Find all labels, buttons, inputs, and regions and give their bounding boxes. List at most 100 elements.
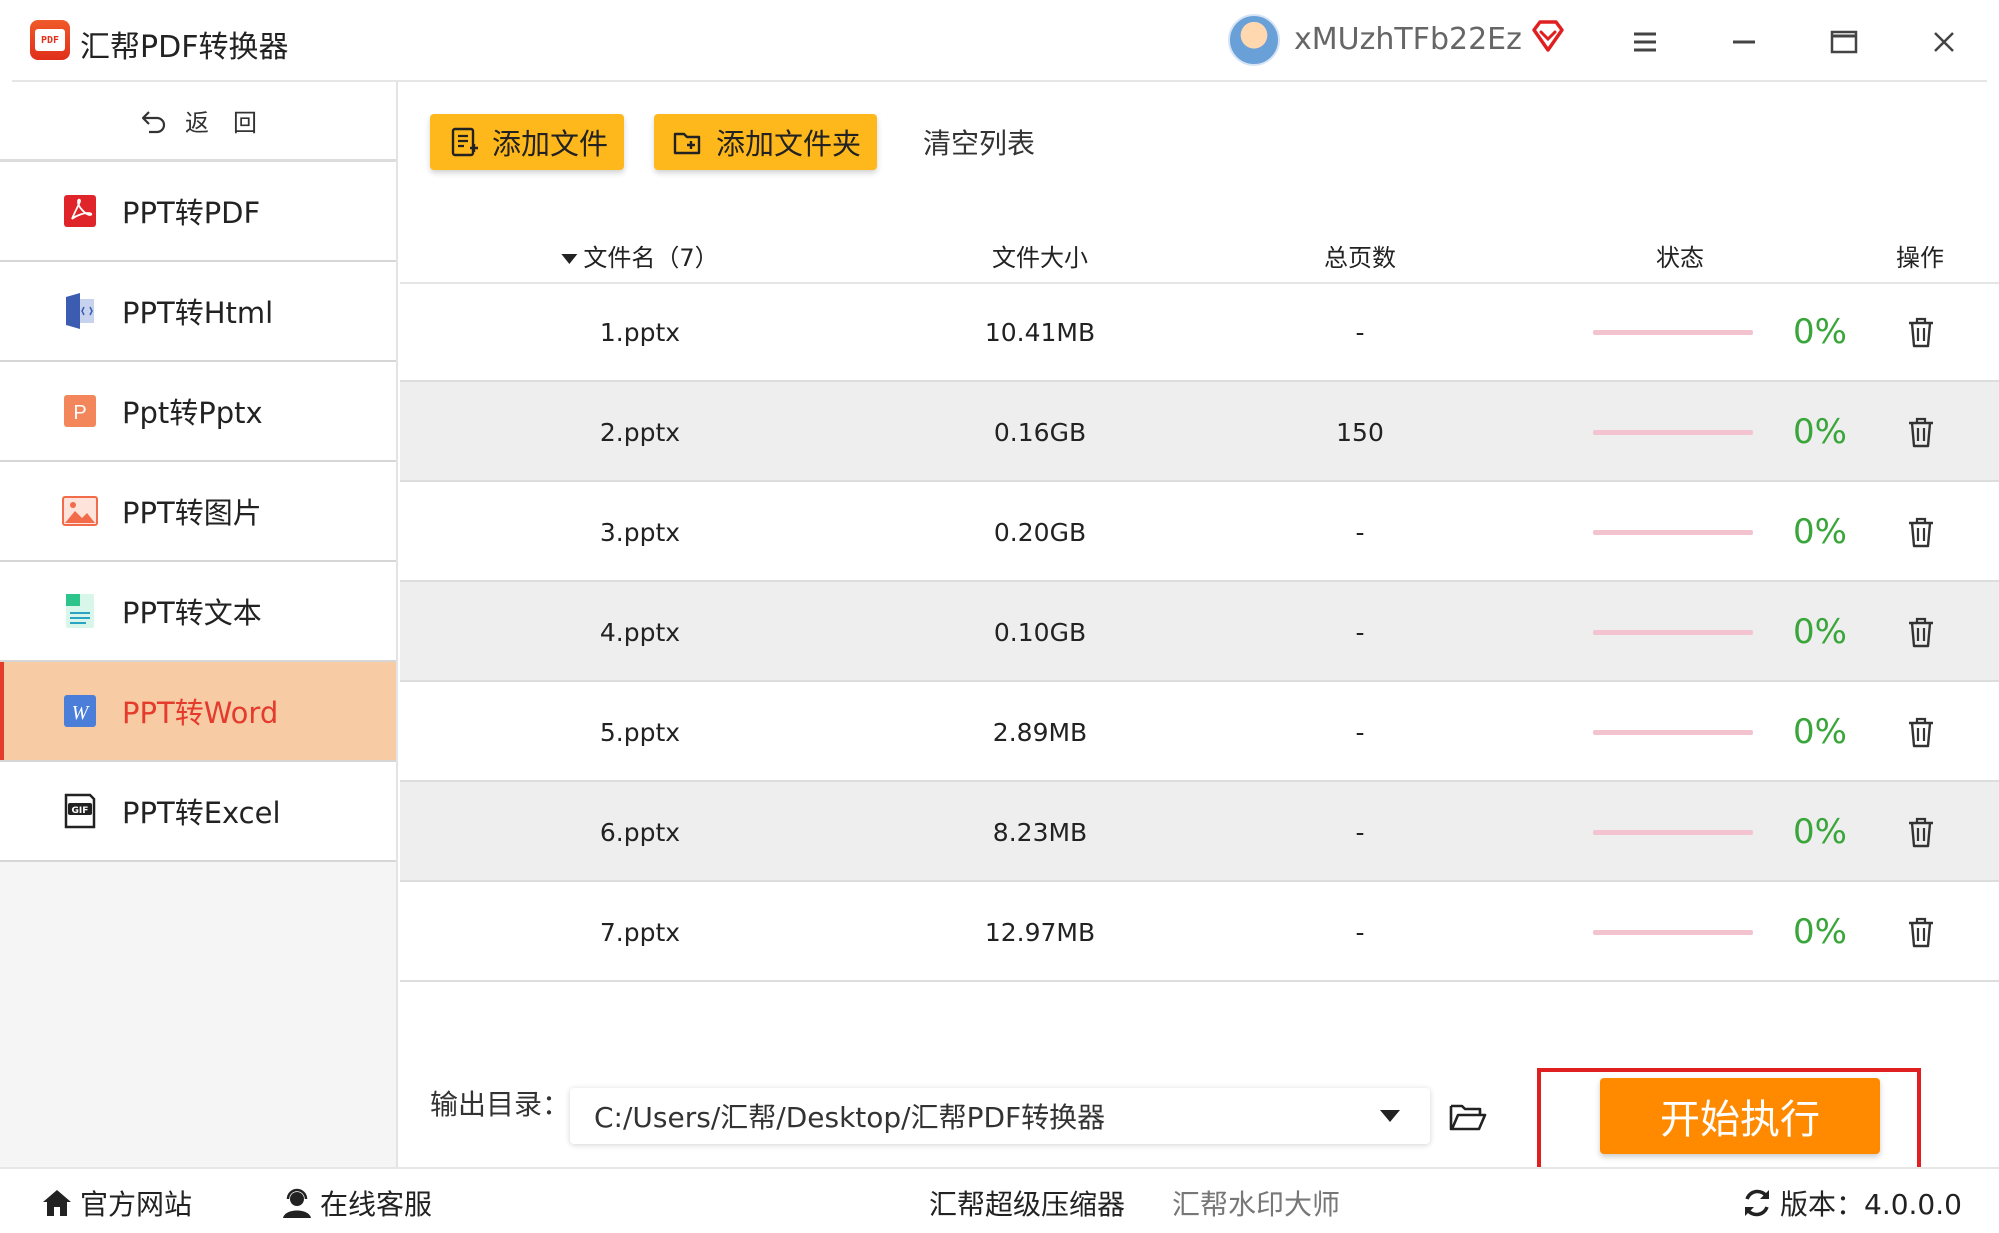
- table-row: 5.pptx 2.89MB - 0%: [400, 682, 1999, 782]
- add-file-label: 添加文件: [492, 127, 609, 161]
- pptx-icon: P: [60, 391, 100, 431]
- toolbar: 添加文件 添加文件夹 清空列表: [430, 114, 1035, 170]
- title-bar: PDF 汇帮PDF转换器 xMUzhTFb22Ez: [0, 0, 1999, 82]
- add-folder-button[interactable]: 添加文件夹: [654, 114, 878, 170]
- delete-icon[interactable]: [1906, 916, 1936, 948]
- header-pages: 总页数: [1324, 244, 1396, 272]
- output-dir-select[interactable]: C:/Users/汇帮/Desktop/汇帮PDF转换器: [570, 1088, 1430, 1144]
- cell-filename: 1.pptx: [599, 318, 681, 347]
- header-action: 操作: [1896, 244, 1944, 272]
- cell-filename: 7.pptx: [599, 918, 681, 947]
- version-info[interactable]: 版本：4.0.0.0: [1740, 1183, 1962, 1223]
- delete-icon[interactable]: [1906, 316, 1936, 348]
- table-row: 6.pptx 8.23MB - 0%: [400, 782, 1999, 882]
- add-folder-icon: [673, 132, 701, 155]
- sidebar-item-ppt-to-html[interactable]: PPT转Html: [0, 262, 396, 362]
- main-panel: 添加文件 添加文件夹 清空列表 文件名（7） 文件大小 总页数 状态 操作 1.…: [400, 82, 1999, 1067]
- sidebar-item-label: PPT转PDF: [122, 196, 261, 230]
- delete-icon[interactable]: [1906, 616, 1936, 648]
- watermark-link[interactable]: 汇帮水印大师: [1172, 1183, 1340, 1223]
- version-label: 版本：4.0.0.0: [1780, 1188, 1962, 1221]
- app-title: 汇帮PDF转换器: [80, 30, 289, 65]
- progress-bar: [1593, 730, 1753, 735]
- clear-list-button[interactable]: 清空列表: [907, 122, 1035, 162]
- header-filesize: 文件大小: [992, 244, 1088, 272]
- sidebar-item-ppt-to-image[interactable]: PPT转图片: [0, 462, 396, 562]
- progress-percent: 0%: [1793, 612, 1847, 652]
- progress-percent: 0%: [1793, 712, 1847, 752]
- html-icon: [60, 291, 100, 331]
- progress-percent: 0%: [1793, 812, 1847, 852]
- back-label: 返 回: [185, 109, 257, 137]
- progress-bar: [1593, 330, 1753, 335]
- cell-pages: -: [1355, 618, 1365, 647]
- sidebar-item-ppt-to-pptx[interactable]: P Ppt转Pptx: [0, 362, 396, 462]
- sidebar-item-ppt-to-pdf[interactable]: PPT转PDF: [0, 162, 396, 262]
- sidebar-item-label: Ppt转Pptx: [122, 396, 263, 430]
- add-folder-label: 添加文件夹: [716, 127, 862, 161]
- cell-filesize: 8.23MB: [992, 818, 1088, 847]
- file-table: 1.pptx 10.41MB - 0% 2.pptx 0.16GB 150 0% 3.pptx 0…: [400, 282, 1999, 982]
- progress-bar: [1593, 830, 1753, 835]
- compressor-link[interactable]: 汇帮超级压缩器: [929, 1183, 1125, 1223]
- sidebar-item-ppt-to-word[interactable]: W PPT转Word: [0, 662, 396, 762]
- back-button[interactable]: 返 回: [0, 82, 396, 162]
- start-button[interactable]: 开始执行: [1600, 1078, 1880, 1154]
- cell-filename: 2.pptx: [599, 418, 681, 447]
- progress-percent: 0%: [1793, 412, 1847, 452]
- open-folder-icon[interactable]: [1448, 1096, 1488, 1136]
- cell-pages: -: [1355, 918, 1365, 947]
- sort-caret-icon: [561, 254, 578, 264]
- add-file-button[interactable]: 添加文件: [430, 114, 625, 170]
- avatar[interactable]: [1228, 14, 1280, 66]
- delete-icon[interactable]: [1906, 716, 1936, 748]
- svg-text:P: P: [73, 402, 86, 424]
- back-arrow-icon: [141, 110, 166, 133]
- refresh-icon: [1745, 1189, 1769, 1217]
- add-file-icon: [451, 127, 478, 157]
- footer: 官方网站 在线客服 汇帮超级压缩器 汇帮水印大师 版本：4.0.0.0: [0, 1167, 1999, 1233]
- website-link[interactable]: 官方网站: [40, 1183, 192, 1223]
- close-icon[interactable]: [1924, 22, 1964, 62]
- sidebar-item-label: PPT转图片: [122, 496, 262, 530]
- table-row: 3.pptx 0.20GB - 0%: [400, 482, 1999, 582]
- chevron-down-icon: [1380, 1110, 1400, 1122]
- vip-diamond-icon[interactable]: [1530, 18, 1566, 54]
- delete-icon[interactable]: [1906, 816, 1936, 848]
- progress-bar: [1593, 630, 1753, 635]
- delete-icon[interactable]: [1906, 516, 1936, 548]
- table-row: 7.pptx 12.97MB - 0%: [400, 882, 1999, 982]
- sidebar-item-ppt-to-text[interactable]: PPT转文本: [0, 562, 396, 662]
- cell-filesize: 0.10GB: [993, 618, 1087, 647]
- app-logo-text: PDF: [35, 29, 65, 51]
- table-row: 2.pptx 0.16GB 150 0%: [400, 382, 1999, 482]
- cell-filesize: 10.41MB: [984, 318, 1096, 347]
- app-logo-icon: PDF: [30, 20, 70, 60]
- progress-bar: [1593, 430, 1753, 435]
- maximize-icon[interactable]: [1824, 22, 1864, 62]
- website-label: 官方网站: [80, 1188, 193, 1221]
- header-filename[interactable]: 文件名（7）: [561, 238, 719, 273]
- svg-text:W: W: [72, 702, 91, 724]
- cell-filename: 5.pptx: [599, 718, 681, 747]
- table-row: 4.pptx 0.10GB - 0%: [400, 582, 1999, 682]
- customer-service-icon: [283, 1188, 311, 1218]
- support-link[interactable]: 在线客服: [280, 1183, 432, 1223]
- menu-icon[interactable]: [1625, 22, 1665, 62]
- delete-icon[interactable]: [1906, 416, 1936, 448]
- cell-filesize: 2.89MB: [992, 718, 1088, 747]
- output-dir-path: C:/Users/汇帮/Desktop/汇帮PDF转换器: [594, 1101, 1106, 1134]
- sidebar-item-ppt-to-excel[interactable]: GIF PPT转Excel: [0, 762, 396, 862]
- cell-filename: 3.pptx: [599, 518, 681, 547]
- progress-bar: [1593, 530, 1753, 535]
- username[interactable]: xMUzhTFb22Ez: [1294, 22, 1522, 57]
- cell-filename: 4.pptx: [599, 618, 681, 647]
- cell-pages: -: [1355, 518, 1365, 547]
- progress-bar: [1593, 930, 1753, 935]
- cell-pages: -: [1355, 318, 1365, 347]
- minimize-icon[interactable]: [1724, 22, 1764, 62]
- sidebar: 返 回 PPT转PDF PPT转Html P Ppt转Pptx PPT转图片 P…: [0, 82, 398, 1167]
- app-window: PDF 汇帮PDF转换器 xMUzhTFb22Ez 返 回 PPT转PDF PP…: [0, 0, 1999, 1233]
- text-icon: [60, 591, 100, 631]
- cell-filesize: 0.20GB: [993, 518, 1087, 547]
